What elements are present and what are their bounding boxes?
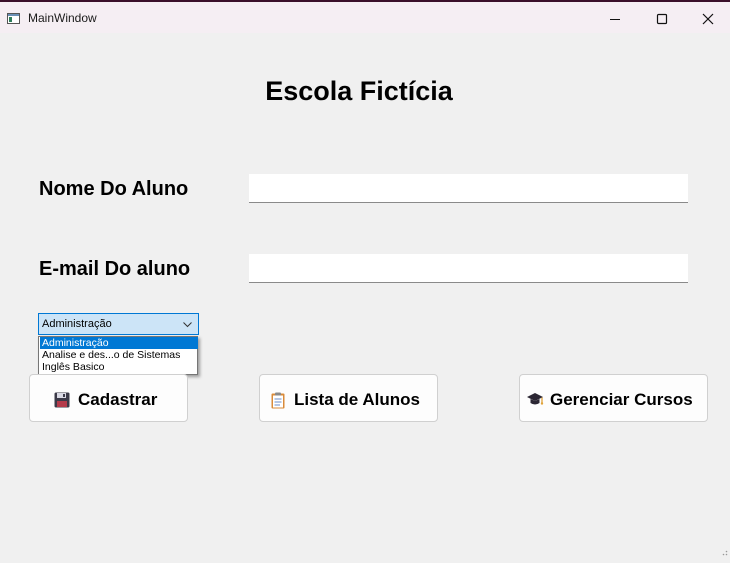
floppy-disk-icon — [54, 392, 70, 413]
student-email-input[interactable] — [249, 254, 688, 283]
window-title: MainWindow — [28, 11, 97, 25]
app-window-icon — [7, 11, 20, 24]
graduation-cap-icon — [526, 392, 544, 413]
close-icon — [702, 13, 714, 25]
resize-grip-icon[interactable] — [720, 543, 728, 561]
gerenciar-cursos-button-label: Gerenciar Cursos — [550, 390, 693, 409]
cadastrar-button[interactable]: Cadastrar — [29, 374, 188, 422]
cadastrar-button-label: Cadastrar — [78, 390, 158, 409]
lista-alunos-button-label: Lista de Alunos — [294, 390, 420, 409]
minimize-icon — [610, 19, 620, 20]
course-option-analise-sistemas[interactable]: Analise e des...o de Sistemas — [40, 349, 198, 361]
lista-alunos-button[interactable]: Lista de Alunos — [259, 374, 438, 422]
student-name-label: Nome Do Aluno — [39, 178, 189, 200]
clipboard-icon — [271, 392, 285, 414]
student-email-label: E-mail Do aluno — [39, 258, 191, 280]
chevron-down-icon — [183, 322, 192, 328]
course-option-ingles-basico[interactable]: Inglês Basico — [40, 361, 198, 373]
minimize-button[interactable] — [592, 4, 638, 34]
maximize-button[interactable] — [639, 4, 685, 34]
student-name-input[interactable] — [249, 174, 688, 203]
close-button[interactable] — [685, 4, 730, 34]
maximize-icon — [656, 13, 668, 25]
page-title: Escola Fictícia — [265, 76, 453, 106]
title-bar[interactable]: MainWindow — [0, 2, 730, 33]
gerenciar-cursos-button[interactable]: Gerenciar Cursos — [519, 374, 708, 422]
course-select-value: Administração — [42, 318, 112, 330]
course-select[interactable]: Administração — [38, 313, 199, 335]
course-dropdown-list: Administração Analise e des...o de Siste… — [38, 336, 198, 375]
course-option-administracao[interactable]: Administração — [40, 337, 198, 349]
